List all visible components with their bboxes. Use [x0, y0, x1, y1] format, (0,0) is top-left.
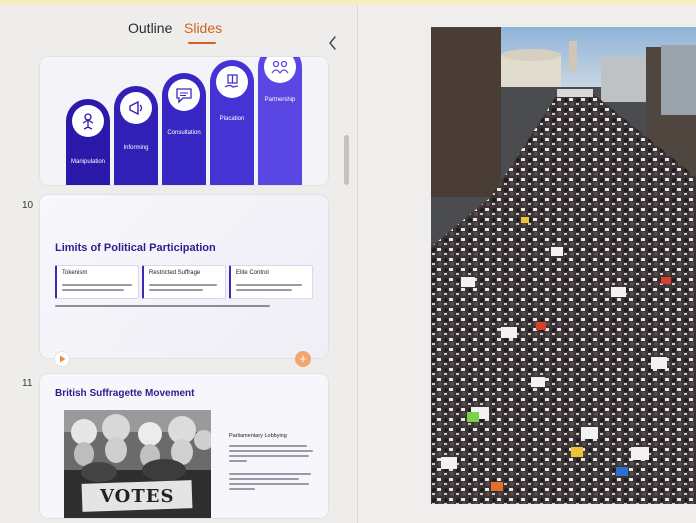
- slide-thumbnail-9[interactable]: Manipulation Informing Consultation Plac…: [40, 57, 328, 185]
- text-line: [236, 284, 302, 286]
- tab-outline[interactable]: Outline: [128, 20, 172, 36]
- slide-title: Limits of Political Participation: [55, 242, 216, 254]
- people-icon: [264, 57, 296, 83]
- pillar-label: Manipulation: [70, 159, 106, 165]
- card-restricted-suffrage: Restricted Suffrage: [142, 265, 226, 299]
- tab-slides[interactable]: Slides: [184, 20, 222, 36]
- sidebar-tabs: Outline Slides: [0, 20, 357, 50]
- text-line: [229, 460, 247, 462]
- pillar-label: Informing: [123, 145, 149, 151]
- slide-number: 11: [22, 378, 33, 389]
- text-line: [62, 289, 124, 291]
- text-line: [229, 473, 311, 475]
- slide-number: 10: [22, 200, 34, 211]
- pillar-informing: Informing: [114, 86, 158, 185]
- pillar-label: Consultation: [167, 130, 201, 136]
- pillar-consultation: Consultation: [162, 73, 206, 185]
- chevron-left-icon[interactable]: [326, 34, 340, 52]
- slide-title: British Suffragette Movement: [55, 388, 195, 399]
- text-line: [55, 305, 270, 307]
- pillar-partnership: Partnership: [258, 57, 302, 185]
- card-tokenism: Tokenism: [55, 265, 139, 299]
- card-title: Tokenism: [62, 270, 88, 276]
- slide-subtitle: Parliamentary Lobbying: [229, 433, 287, 439]
- pillar-manipulation: Manipulation: [66, 99, 110, 185]
- text-line: [236, 289, 292, 291]
- puppet-icon: [72, 105, 104, 137]
- card-elite-control: Elite Control: [229, 265, 313, 299]
- add-icon[interactable]: +: [295, 351, 311, 367]
- text-line: [229, 450, 313, 452]
- card-title: Elite Control: [236, 270, 269, 276]
- text-line: [229, 488, 255, 490]
- card-title: Restricted Suffrage: [149, 270, 201, 276]
- slide-thumbnail-10[interactable]: Limits of Political Participation Tokeni…: [40, 195, 328, 358]
- play-icon[interactable]: [54, 351, 70, 367]
- text-line: [149, 284, 217, 286]
- chat-bubble-icon: [168, 79, 200, 111]
- pillar-label: Partnership: [264, 97, 296, 103]
- megaphone-icon: [120, 92, 152, 124]
- text-line: [229, 483, 309, 485]
- votes-banner-text: VOTES: [100, 486, 175, 507]
- slide-canvas: [359, 5, 696, 523]
- text-line: [229, 455, 309, 457]
- slides-sidebar: Outline Slides Manipulation Informing Co…: [0, 5, 358, 523]
- pillar-label: Placation: [219, 116, 245, 122]
- text-line: [229, 445, 307, 447]
- suffragette-photo: VOTES: [64, 410, 211, 518]
- slide-thumbnail-11[interactable]: British Suffragette Movement VOTES Parli…: [40, 374, 328, 518]
- gift-hand-icon: [216, 66, 248, 98]
- crowd-photo[interactable]: [431, 27, 696, 504]
- text-line: [62, 284, 132, 286]
- text-line: [229, 478, 299, 480]
- text-line: [149, 289, 203, 291]
- pillar-placation: Placation: [210, 60, 254, 185]
- active-tab-indicator: [188, 42, 216, 44]
- sidebar-scrollbar[interactable]: [344, 135, 349, 185]
